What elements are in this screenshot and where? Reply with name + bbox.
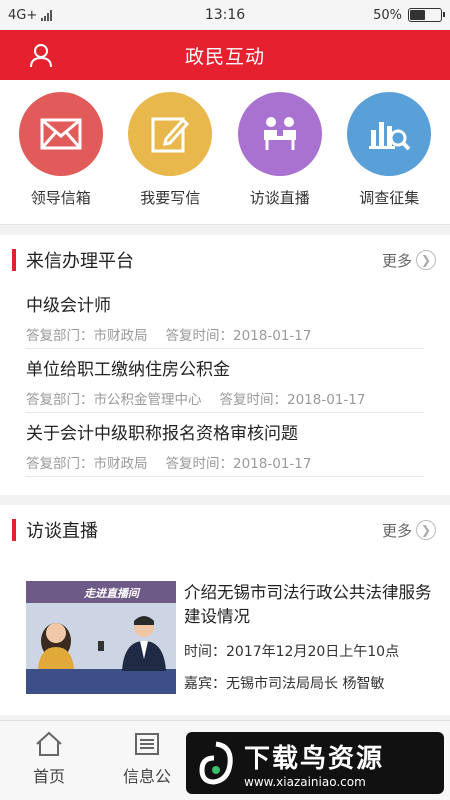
chart-search-icon [347,92,432,176]
quick-label: 我要写信 [140,189,201,207]
watermark-logo: 下载鸟资源 www.xiazainiao.com [186,732,444,794]
quick-label: 领导信箱 [30,189,91,207]
quick-survey[interactable]: 调查征集 [339,92,439,224]
more-label: 更多 [381,251,412,270]
chevron-right-icon: ❯ [416,520,436,540]
quick-label: 调查征集 [359,189,420,207]
watermark-url: www.xiazainiao.com [244,774,366,789]
app-header: 政民互动 [0,30,450,80]
tab-info[interactable]: 信息公 [98,721,196,800]
letters-section: 来信办理平台 更多 ❯ 中级会计师 答复部门：市财政局 答复时间：2018-01… [0,235,450,495]
live-title: 介绍无锡市司法行政公共法律服务建设情况 [184,583,432,626]
letter-title: 中级会计师 [26,296,111,316]
quick-label: 访谈直播 [249,189,310,207]
live-guest: 嘉宾：无锡市司法局局长 杨智敏 [184,676,385,692]
status-time: 13:16 [204,7,246,23]
section-title: 来信办理平台 [26,251,134,272]
letter-dept: 答复部门：市财政局 [26,328,148,344]
watermark-title: 下载鸟资源 [244,743,385,774]
live-section: 访谈直播 更多 ❯ 走进直播间 介绍无锡市司法行政公共法律服务建设情况 时间：2… [0,505,450,715]
more-label: 更多 [381,521,412,540]
more-link[interactable]: 更多 ❯ [382,520,436,541]
tab-home[interactable]: 首页 [0,721,98,800]
live-time: 时间：2017年12月20日上午10点 [184,644,400,660]
page-title: 政民互动 [184,45,265,68]
signal-icon [41,9,53,21]
letter-dept: 答复部门：市财政局 [26,456,148,472]
thumbnail-banner: 走进直播间 [84,587,139,600]
list-item[interactable]: 关于会计中级职称报名资格审核问题 答复部门：市财政局 答复时间：2018-01-… [26,413,424,477]
section-accent-bar [12,249,16,271]
letter-time: 答复时间：2018-01-17 [219,392,366,408]
letter-time: 答复时间：2018-01-17 [165,456,312,472]
more-link[interactable]: 更多 ❯ [382,250,436,271]
user-icon[interactable] [28,42,54,68]
letter-time: 答复时间：2018-01-17 [165,328,312,344]
quick-interview-live[interactable]: 访谈直播 [230,92,330,224]
list-item[interactable]: 中级会计师 答复部门：市财政局 答复时间：2018-01-17 [26,285,424,349]
section-title: 访谈直播 [26,521,98,542]
info-icon [135,733,159,755]
interview-icon [237,92,322,176]
battery-icon [408,8,445,22]
letter-title: 单位给职工缴纳住房公积金 [26,360,230,380]
chevron-right-icon: ❯ [416,250,436,270]
tab-label: 首页 [32,767,65,786]
mail-icon [18,92,103,176]
bird-logo-icon [199,741,233,785]
quick-write-letter[interactable]: 我要写信 [120,92,220,224]
status-bar: 4G+ 13:16 50% [0,0,450,30]
home-icon [36,731,62,756]
quick-actions: 领导信箱 我要写信 访谈直播 调查征集 [0,80,450,225]
pencil-icon [128,92,213,176]
list-item[interactable]: 单位给职工缴纳住房公积金 答复部门：市公积金管理中心 答复时间：2018-01-… [26,349,424,413]
battery-percent: 50% [373,7,402,23]
letter-dept: 答复部门：市公积金管理中心 [26,392,202,408]
quick-leader-mailbox[interactable]: 领导信箱 [11,92,111,224]
live-item[interactable]: 走进直播间 介绍无锡市司法行政公共法律服务建设情况 时间：2017年12月20日… [0,555,450,715]
network-label: 4G+ [8,7,38,23]
section-accent-bar [12,519,16,541]
letter-title: 关于会计中级职称报名资格审核问题 [26,424,298,444]
tab-label: 信息公 [122,767,171,786]
live-thumbnail: 走进直播间 [26,581,176,694]
